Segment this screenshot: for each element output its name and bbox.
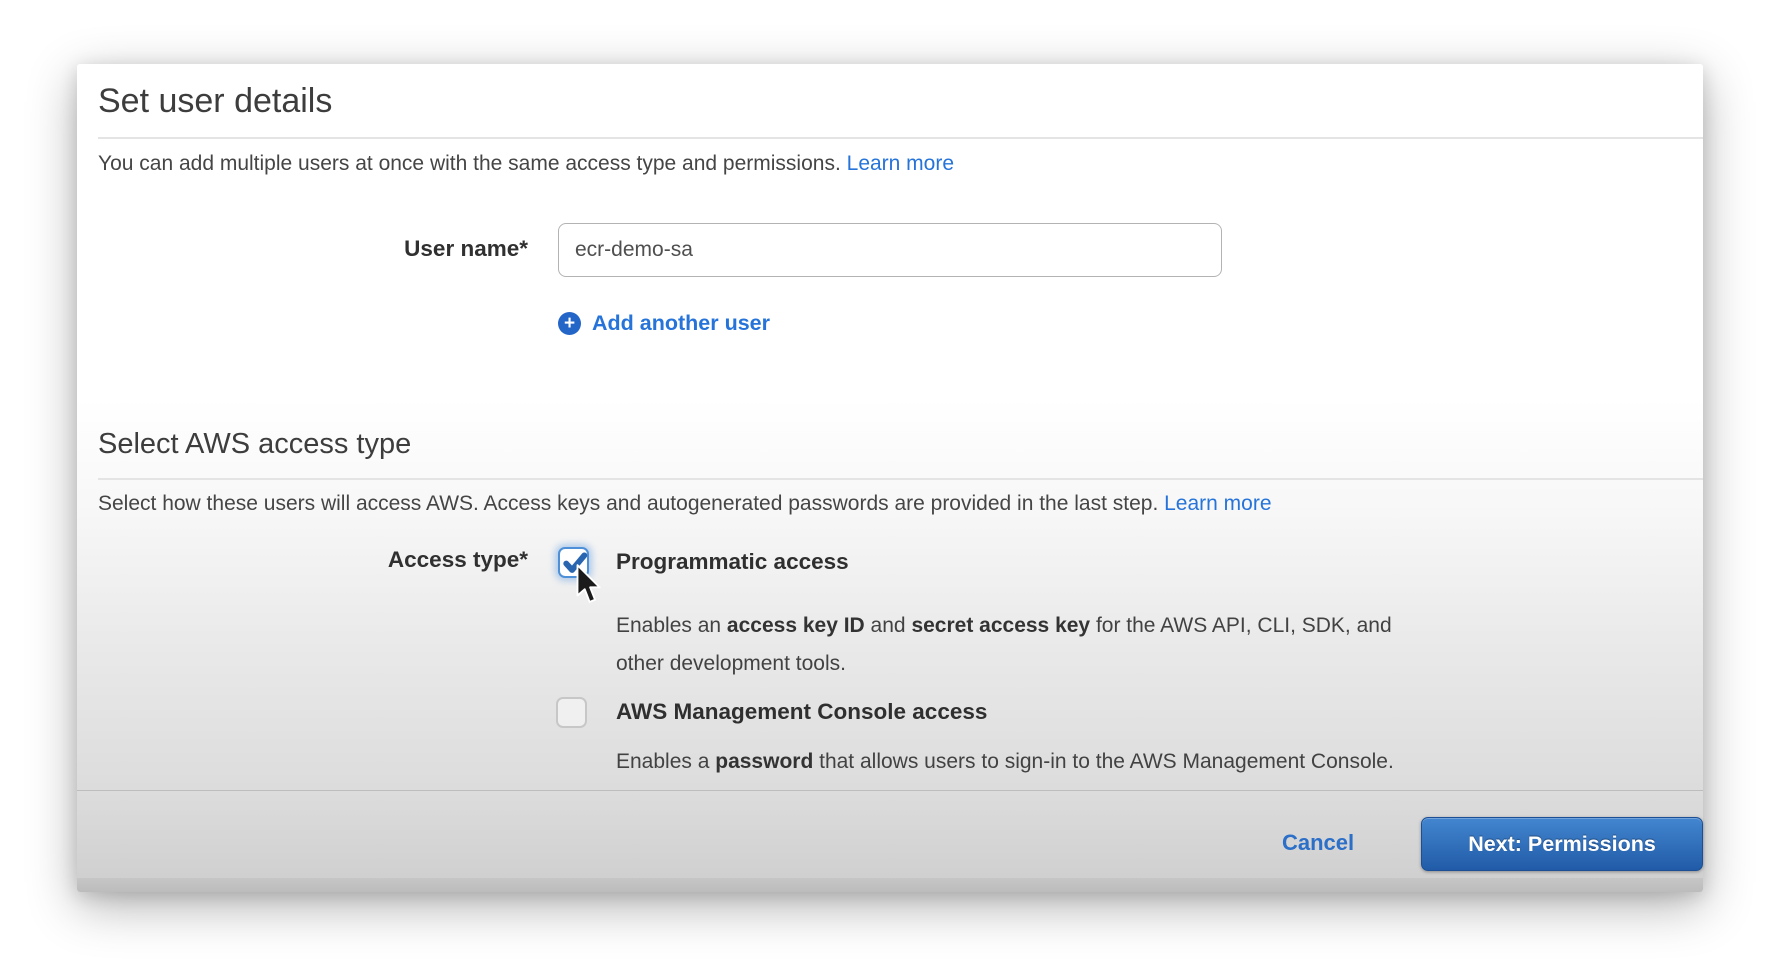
- programmatic-access-label[interactable]: Programmatic access: [616, 549, 849, 575]
- user-name-input[interactable]: [558, 223, 1222, 277]
- intro-text-body: You can add multiple users at once with …: [98, 152, 841, 175]
- console-access-checkbox[interactable]: [556, 697, 587, 728]
- wizard-content: Set user details You can add multiple us…: [77, 64, 1703, 790]
- access-intro-body: Select how these users will access AWS. …: [98, 492, 1158, 515]
- user-name-label: User name*: [227, 236, 528, 262]
- cancel-button[interactable]: Cancel: [1282, 830, 1354, 856]
- programmatic-desc-line2: other development tools.: [616, 645, 1392, 683]
- intro-text: You can add multiple users at once with …: [98, 152, 954, 176]
- card-bottom-strip: [77, 878, 1703, 892]
- page-title: Set user details: [98, 82, 332, 121]
- plus-icon: +: [558, 312, 581, 335]
- add-user-wizard-card: Set user details You can add multiple us…: [77, 64, 1703, 892]
- title-divider: [98, 137, 1703, 139]
- access-intro-text: Select how these users will access AWS. …: [98, 492, 1272, 516]
- next-permissions-button[interactable]: Next: Permissions: [1421, 817, 1703, 871]
- section-divider: [98, 478, 1703, 480]
- programmatic-desc-line1: Enables an access key ID and secret acce…: [616, 607, 1392, 645]
- learn-more-link-users[interactable]: Learn more: [847, 152, 954, 175]
- add-another-user-link[interactable]: + Add another user: [558, 311, 770, 336]
- access-type-section-title: Select AWS access type: [98, 428, 411, 461]
- page-background: Set user details You can add multiple us…: [0, 0, 1786, 974]
- console-access-label[interactable]: AWS Management Console access: [616, 699, 987, 725]
- access-type-label: Access type*: [227, 547, 528, 573]
- programmatic-access-description: Enables an access key ID and secret acce…: [616, 607, 1392, 683]
- add-another-user-label: Add another user: [592, 311, 770, 336]
- console-access-description: Enables a password that allows users to …: [616, 743, 1394, 781]
- console-desc-line1: Enables a password that allows users to …: [616, 743, 1394, 781]
- check-icon: [561, 549, 589, 577]
- learn-more-link-access[interactable]: Learn more: [1164, 492, 1271, 515]
- programmatic-access-checkbox[interactable]: [558, 547, 589, 578]
